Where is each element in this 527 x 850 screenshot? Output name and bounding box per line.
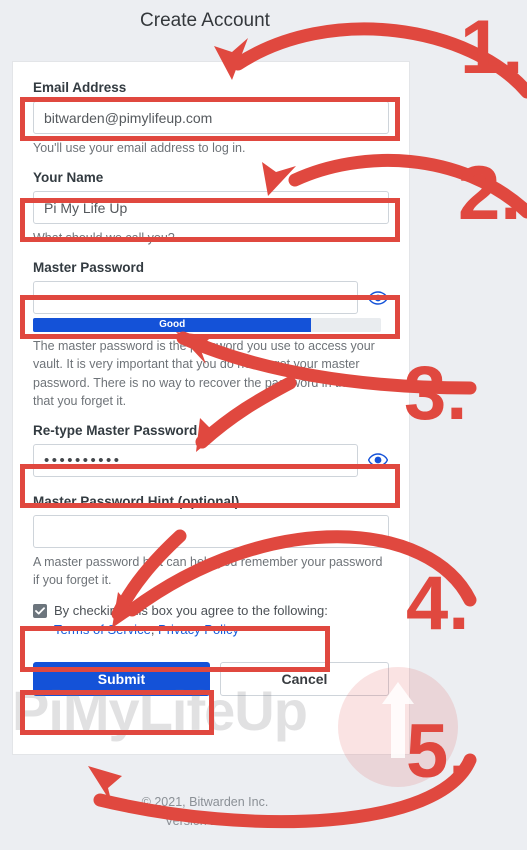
name-label: Your Name (33, 170, 104, 186)
annotation-number-1: 1. (460, 5, 524, 90)
email-help-text: You'll use your email address to log in. (33, 141, 246, 155)
footer: © 2021, Bitwarden Inc. Version 2.18.1 (0, 793, 410, 831)
name-input[interactable]: Pi My Life Up (33, 191, 389, 225)
password-hint-label: Master Password Hint (optional) (33, 493, 240, 509)
cancel-button[interactable]: Cancel (219, 661, 389, 696)
annotation-number-4: 4. (406, 561, 470, 646)
footer-copyright: © 2021, Bitwarden Inc. (141, 795, 269, 809)
agreement-checkbox[interactable] (33, 604, 47, 618)
field-name: Your Name Pi My Life Up What should we c… (33, 170, 389, 247)
agreement-separator: , (150, 621, 159, 637)
name-help-text: What should we call you? (33, 231, 175, 246)
eye-icon (368, 453, 388, 467)
retype-password-input[interactable]: •••••••••• (33, 443, 358, 477)
agreement-text-block: By checking this box you agree to the fo… (54, 602, 328, 640)
check-icon (35, 607, 45, 615)
footer-version: Version 2.18.1 (165, 813, 245, 828)
master-password-input[interactable]: •••••••••• (33, 281, 358, 315)
field-password-hint: Master Password Hint (optional) A master… (33, 494, 389, 589)
screenshot-root: Create Account PiMyLifeUp Email Address … (0, 0, 527, 850)
master-password-row: •••••••••• (33, 281, 389, 315)
annotation-number-5: 5. (406, 709, 470, 794)
password-strength-label: Good (159, 319, 186, 331)
page-title: Create Account (140, 10, 270, 31)
password-hint-help-text: A master password hint can help you reme… (33, 554, 383, 587)
field-email: Email Address bitwarden@pimylifeup.com Y… (33, 80, 389, 157)
agreement-row: By checking this box you agree to the fo… (33, 602, 389, 640)
password-strength-track: Good (33, 318, 381, 333)
retype-password-row: •••••••••• (33, 443, 389, 477)
eye-icon (368, 291, 388, 305)
field-master-password: Master Password •••••••••• Good The mast… (33, 260, 389, 410)
email-input[interactable]: bitwarden@pimylifeup.com (33, 101, 389, 134)
password-strength-fill: Good (33, 318, 312, 333)
field-retype-password: Re-type Master Password •••••••••• (33, 423, 389, 490)
toggle-master-password-visibility-button[interactable] (367, 287, 389, 309)
retype-password-label: Re-type Master Password (33, 422, 198, 438)
create-account-card: Email Address bitwarden@pimylifeup.com Y… (12, 61, 410, 755)
agreement-text: By checking this box you agree to the fo… (54, 603, 328, 618)
form-actions: Submit Cancel (33, 661, 389, 696)
password-hint-input[interactable] (33, 514, 389, 548)
email-label: Email Address (33, 80, 127, 95)
toggle-retype-password-visibility-button[interactable] (367, 449, 389, 471)
master-password-help-text: The master password is the password you … (33, 339, 387, 408)
annotation-number-3: 3. (404, 351, 468, 436)
privacy-policy-link[interactable]: Privacy Policy (158, 622, 239, 637)
annotation-number-2: 2. (458, 151, 522, 236)
submit-button[interactable]: Submit (33, 661, 210, 696)
terms-of-service-link[interactable]: Terms of Service (54, 622, 151, 637)
master-password-label: Master Password (33, 260, 145, 276)
